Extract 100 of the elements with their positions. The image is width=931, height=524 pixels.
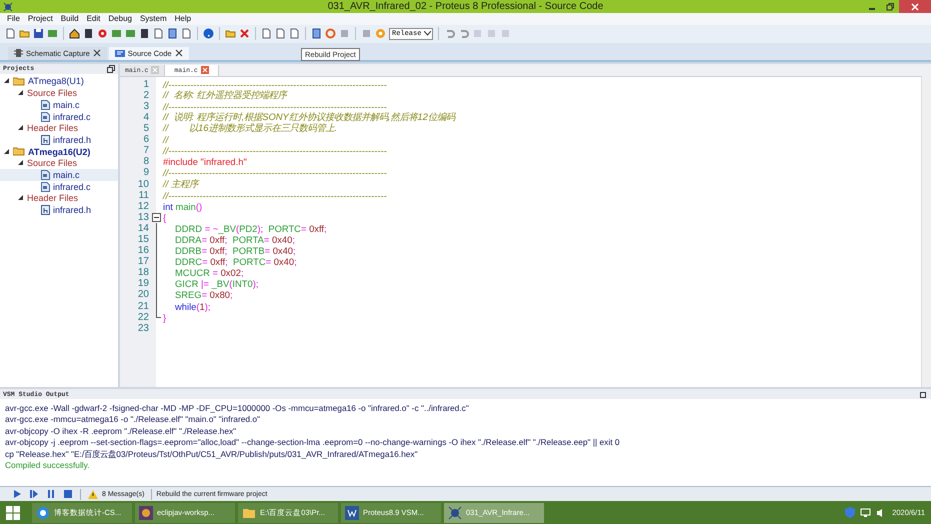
output-line: avr-gcc.exe -Wall -gdwarf-2 -fsigned-char -MD -MP -DF_CPU=1000000 -Os -mmcu=atmega16 -o "infrared.o" -c "../infrared.c" <box>5 403 470 414</box>
tree-item[interactable]: infrared.c <box>0 110 118 122</box>
tree-item[interactable]: Header Files <box>0 122 118 134</box>
page-icon[interactable] <box>181 28 192 40</box>
page-icon[interactable] <box>153 28 164 40</box>
browser-icon <box>36 506 50 520</box>
output-line: avr-objcopy -O ihex -R .eeprom "./Release.elf" "./Release.hex" <box>5 426 238 438</box>
rebuild-icon[interactable] <box>325 28 336 40</box>
restore-icon[interactable] <box>886 2 894 10</box>
delete-icon[interactable] <box>239 28 250 40</box>
code-line: // 名称: 红外遥控器受控端程序 <box>163 88 287 102</box>
stop-icon[interactable] <box>63 489 73 500</box>
restore-icon[interactable] <box>920 390 928 398</box>
windows-start-icon[interactable] <box>6 506 20 520</box>
scrollbar[interactable] <box>921 76 931 388</box>
collapse-icon[interactable] <box>152 212 161 222</box>
line-number: 4 <box>142 112 149 123</box>
tree-item[interactable]: Header Files <box>0 192 118 204</box>
code-line: GICR |= _BV(INT0); <box>175 278 258 290</box>
header-file-icon <box>41 134 50 145</box>
line-number: 17 <box>136 256 149 268</box>
line-number: 5 <box>142 123 149 134</box>
expander-icon[interactable] <box>18 195 24 202</box>
menu-item[interactable]: Build <box>56 14 83 24</box>
document-icon[interactable] <box>289 28 300 40</box>
open-folder-icon[interactable] <box>19 28 30 40</box>
play-icon[interactable] <box>12 489 22 500</box>
line-number: 12 <box>136 200 149 212</box>
tree-item[interactable]: infrared.h <box>0 134 118 146</box>
app-icon <box>139 506 153 520</box>
warning-icon[interactable] <box>88 490 98 499</box>
code-line: //---------------------------------------------------------------------- <box>163 190 387 201</box>
menu-item[interactable]: File <box>3 14 24 24</box>
network-icon[interactable] <box>860 508 872 518</box>
code-line: DDRD = ~_BV(PD2); PORTC= 0xff; <box>175 222 327 234</box>
tree-item[interactable]: infrared.h <box>0 204 118 216</box>
pause-icon[interactable] <box>46 489 56 500</box>
caret-icon <box>424 31 432 36</box>
folder-icon <box>13 147 25 156</box>
new-document-icon[interactable] <box>261 28 272 40</box>
expander-icon[interactable] <box>18 160 24 166</box>
menu-item[interactable]: Debug <box>104 14 136 24</box>
restore-icon[interactable] <box>107 64 115 73</box>
output-line: cp "Release.hex" "E:/百度云盘03/Proteus/Tst/OthPut/C51_AVR/Publish/puts/031_AVR_Infrared/ATmega16.hex" <box>5 448 419 460</box>
tree-item[interactable]: Source Files <box>0 157 118 170</box>
menu-item[interactable]: Help <box>170 14 196 24</box>
output-line: Compiled successfully. <box>5 460 91 472</box>
line-number: 1 <box>142 78 149 90</box>
file-icon <box>41 170 50 180</box>
code-line: while(1); <box>175 300 210 312</box>
code-line: } <box>163 312 166 323</box>
line-number: 14 <box>136 222 149 234</box>
line-number: 15 <box>136 234 149 245</box>
open-folder-icon[interactable] <box>225 28 236 40</box>
code-line: { <box>163 212 166 223</box>
home-icon[interactable] <box>69 28 80 40</box>
expander-icon[interactable] <box>18 90 24 96</box>
tree-item[interactable]: main.c <box>0 99 118 111</box>
file-icon <box>41 100 50 110</box>
new-document-icon[interactable] <box>5 28 16 40</box>
code-line: //---------------------------------------------------------------------- <box>163 78 387 90</box>
tree-item[interactable]: ATmega16(U2) <box>0 146 118 158</box>
window-title: 031_AVR_Infrared_02 - Proteus 8 Professional - Source Code <box>328 1 604 12</box>
close-icon[interactable] <box>174 49 183 58</box>
tree-item[interactable]: ATmega8(U1) <box>0 76 118 88</box>
code-line: int main() <box>163 200 202 212</box>
close-icon[interactable] <box>92 49 101 58</box>
save-icon[interactable] <box>33 28 44 40</box>
line-number: 9 <box>142 167 149 178</box>
help-icon[interactable] <box>203 28 214 40</box>
target-icon[interactable] <box>97 28 108 40</box>
code-line: #include "infrared.h" <box>163 156 247 168</box>
file-icon <box>41 112 50 122</box>
code-line: //---------------------------------------------------------------------- <box>163 145 387 156</box>
line-number: 23 <box>136 322 149 334</box>
tree-item[interactable]: Source Files <box>0 87 118 99</box>
line-number: 6 <box>142 134 149 146</box>
document-icon[interactable] <box>275 28 286 40</box>
line-number: 3 <box>142 100 149 112</box>
menu-item[interactable]: Edit <box>82 14 104 24</box>
tree-item[interactable]: infrared.c <box>0 180 118 192</box>
line-number: 21 <box>136 300 149 312</box>
code-line: MCUCR = 0x02; <box>175 267 244 278</box>
expander-icon[interactable] <box>18 125 24 132</box>
step-icon[interactable] <box>29 489 39 500</box>
output-line: avr-objcopy -j .eeprom --set-section-flags=.eeprom="alloc,load" --change-section-lma .eeprom=0 --no-change-warnings -O ihex "./Release.elf" "./Release.eep" || exit 0 <box>5 437 621 449</box>
code-line: //---------------------------------------------------------------------- <box>163 167 387 178</box>
header-file-icon <box>41 205 50 216</box>
code-line: // 以16进制数形式显示在三只数码管上. <box>163 122 338 136</box>
close-icon <box>911 2 919 10</box>
line-number: 8 <box>142 156 149 168</box>
expander-icon[interactable] <box>4 148 10 155</box>
menu-item[interactable]: System <box>136 14 171 24</box>
code-icon <box>114 50 125 57</box>
tree-item[interactable]: main.c <box>0 169 118 181</box>
expander-icon[interactable] <box>4 78 10 84</box>
code-line: SREG= 0x80; <box>175 289 233 300</box>
menu-item[interactable]: Project <box>24 14 57 24</box>
close-button[interactable] <box>899 0 931 13</box>
code-line: // 说明: 程序运行时,根据SONY红外协议接收数据并解码,然后将12位编码 <box>163 110 455 123</box>
